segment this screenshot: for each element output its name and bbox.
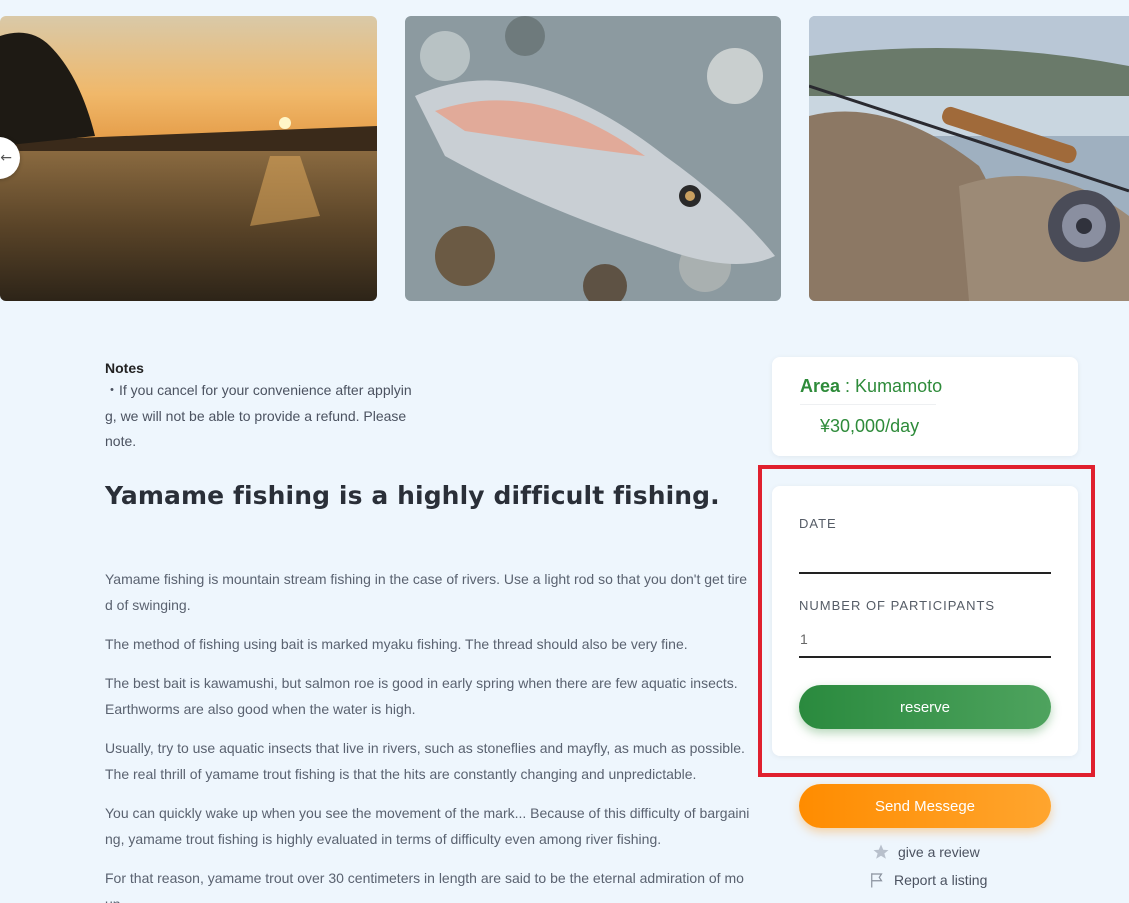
reserve-button[interactable]: reserve [799, 685, 1051, 729]
give-review-link[interactable]: give a review [872, 843, 980, 861]
participants-input[interactable] [799, 622, 1051, 658]
article-paragraph: Yamame fishing is mountain stream fishin… [105, 570, 748, 613]
area-price-card: Area : Kumamoto ¥30,000/day [772, 357, 1078, 456]
price: ¥30,000/day [820, 416, 920, 436]
article-heading: Yamame fishing is a highly difficult fis… [105, 480, 720, 510]
article-paragraph: Usually, try to use aquatic insects that… [105, 739, 745, 782]
article-body: Yamame fishing is mountain stream fishin… [105, 566, 750, 903]
area-label: Area [800, 376, 841, 396]
reservation-form: DATE NUMBER OF PARTICIPANTS reserve [772, 486, 1078, 756]
photo-yamame-trout[interactable] [405, 16, 781, 301]
report-listing-label: Report a listing [894, 872, 988, 888]
area-separator: : [840, 376, 856, 396]
arrow-left-icon: ← [0, 150, 12, 166]
notes-title: Notes [105, 360, 144, 376]
article-paragraph: The method of fishing using bait is mark… [105, 635, 688, 652]
send-message-button[interactable]: Send Messege [799, 784, 1051, 828]
area-value: Kumamoto [855, 376, 943, 396]
date-input[interactable] [799, 538, 1051, 574]
photo-river-sunset[interactable] [0, 16, 377, 301]
divider [800, 404, 936, 405]
article-paragraph: For that reason, yamame trout over 30 ce… [105, 869, 744, 903]
article-paragraph: You can quickly wake up when you see the… [105, 804, 750, 847]
date-label: DATE [799, 516, 837, 531]
participants-label: NUMBER OF PARTICIPANTS [799, 598, 996, 613]
report-listing-link[interactable]: Report a listing [868, 871, 987, 889]
flag-icon [871, 873, 883, 888]
article-paragraph: The best bait is kawamushi, but salmon r… [105, 674, 738, 717]
notes-text: ・If you cancel for your convenience afte… [105, 382, 412, 449]
photo-fishing-rod-reel[interactable] [809, 16, 1129, 301]
star-icon [873, 844, 889, 859]
area-line: Area : Kumamoto [800, 376, 1050, 397]
photo-gallery: ← [0, 16, 1129, 301]
listing-content: Notes ・If you cancel for your convenienc… [105, 356, 750, 903]
give-review-label: give a review [898, 844, 980, 860]
